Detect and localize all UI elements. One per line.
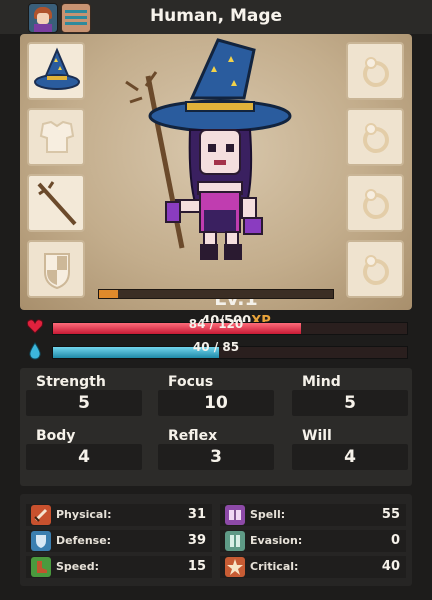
spellbook-icon bbox=[225, 505, 245, 525]
attribute-body: Body 4 bbox=[20, 426, 142, 470]
stat-speed: Speed: 15 bbox=[26, 556, 212, 578]
top-bar: Human, Mage bbox=[0, 0, 432, 34]
stat-value: 39 bbox=[187, 533, 206, 548]
stat-physical: Physical: 31 bbox=[26, 504, 212, 526]
stat-value: 55 bbox=[381, 507, 400, 522]
weapon-slot[interactable] bbox=[27, 174, 85, 232]
stat-value: 0 bbox=[390, 533, 400, 548]
stat-critical: Critical: 40 bbox=[220, 556, 406, 578]
ring-icon bbox=[363, 57, 389, 87]
attribute-reflex: Reflex 3 bbox=[152, 426, 274, 470]
mage-character-sprite bbox=[125, 38, 292, 260]
xp-progress-bar bbox=[98, 289, 334, 299]
mp-text: 40 / 85 bbox=[192, 340, 240, 354]
ring-slot-3[interactable] bbox=[346, 174, 404, 232]
attribute-value: 3 bbox=[158, 444, 274, 470]
attribute-mind: Mind 5 bbox=[286, 372, 408, 416]
attribute-value: 4 bbox=[292, 444, 408, 470]
combat-stats-section: Physical: 31 Spell: 55 Defense: 39 Evasi… bbox=[20, 494, 412, 586]
stat-evasion: Evasion: 0 bbox=[220, 530, 406, 552]
head-slot[interactable] bbox=[27, 42, 85, 100]
attribute-label: Mind bbox=[302, 374, 341, 390]
attribute-label: Reflex bbox=[168, 428, 218, 444]
ring-icon bbox=[363, 123, 389, 153]
defense-shield-icon bbox=[31, 531, 51, 551]
attribute-label: Strength bbox=[36, 374, 106, 390]
stat-value: 31 bbox=[187, 507, 206, 522]
stat-label: Physical: bbox=[56, 508, 112, 521]
stat-defense: Defense: 39 bbox=[26, 530, 212, 552]
xp-progress-fill bbox=[99, 290, 118, 298]
body-slot[interactable] bbox=[27, 108, 85, 166]
attribute-label: Focus bbox=[168, 374, 214, 390]
attribute-value: 5 bbox=[292, 390, 408, 416]
character-title: Human, Mage bbox=[149, 6, 283, 26]
attribute-value: 5 bbox=[26, 390, 142, 416]
stat-spell: Spell: 55 bbox=[220, 504, 406, 526]
hp-text: 84 / 120 bbox=[188, 317, 244, 331]
vitals-section: 84 / 120 40 / 85 bbox=[20, 314, 412, 364]
attribute-will: Will 4 bbox=[286, 426, 408, 470]
attribute-value: 4 bbox=[26, 444, 142, 470]
stat-label: Speed: bbox=[56, 560, 99, 573]
ring-icon bbox=[363, 189, 389, 219]
ring-icon bbox=[363, 255, 389, 285]
ring-slot-1[interactable] bbox=[346, 42, 404, 100]
stat-label: Evasion: bbox=[250, 534, 303, 547]
stat-label: Defense: bbox=[56, 534, 112, 547]
attribute-strength: Strength 5 bbox=[20, 372, 142, 416]
stat-label: Critical: bbox=[250, 560, 299, 573]
staff-icon bbox=[37, 181, 77, 226]
offhand-slot[interactable] bbox=[27, 240, 85, 298]
stat-label: Spell: bbox=[250, 508, 286, 521]
ring-slot-2[interactable] bbox=[346, 108, 404, 166]
boot-icon bbox=[31, 557, 51, 577]
character-panel: Lv.1 40/500XP bbox=[20, 34, 412, 329]
sword-icon bbox=[31, 505, 51, 525]
shield-icon bbox=[44, 253, 70, 290]
attribute-label: Will bbox=[302, 428, 332, 444]
evasion-icon bbox=[225, 531, 245, 551]
wizard-hat-icon bbox=[34, 47, 80, 90]
stat-value: 40 bbox=[381, 559, 400, 574]
ring-slot-4[interactable] bbox=[346, 240, 404, 298]
attribute-focus: Focus 10 bbox=[152, 372, 274, 416]
stat-value: 15 bbox=[187, 559, 206, 574]
attribute-value: 10 bbox=[158, 390, 274, 416]
attributes-section: Strength 5 Focus 10 Mind 5 Body 4 Reflex… bbox=[20, 368, 412, 486]
attribute-label: Body bbox=[36, 428, 76, 444]
critical-icon bbox=[225, 557, 245, 577]
chest-armor-icon bbox=[39, 120, 75, 153]
